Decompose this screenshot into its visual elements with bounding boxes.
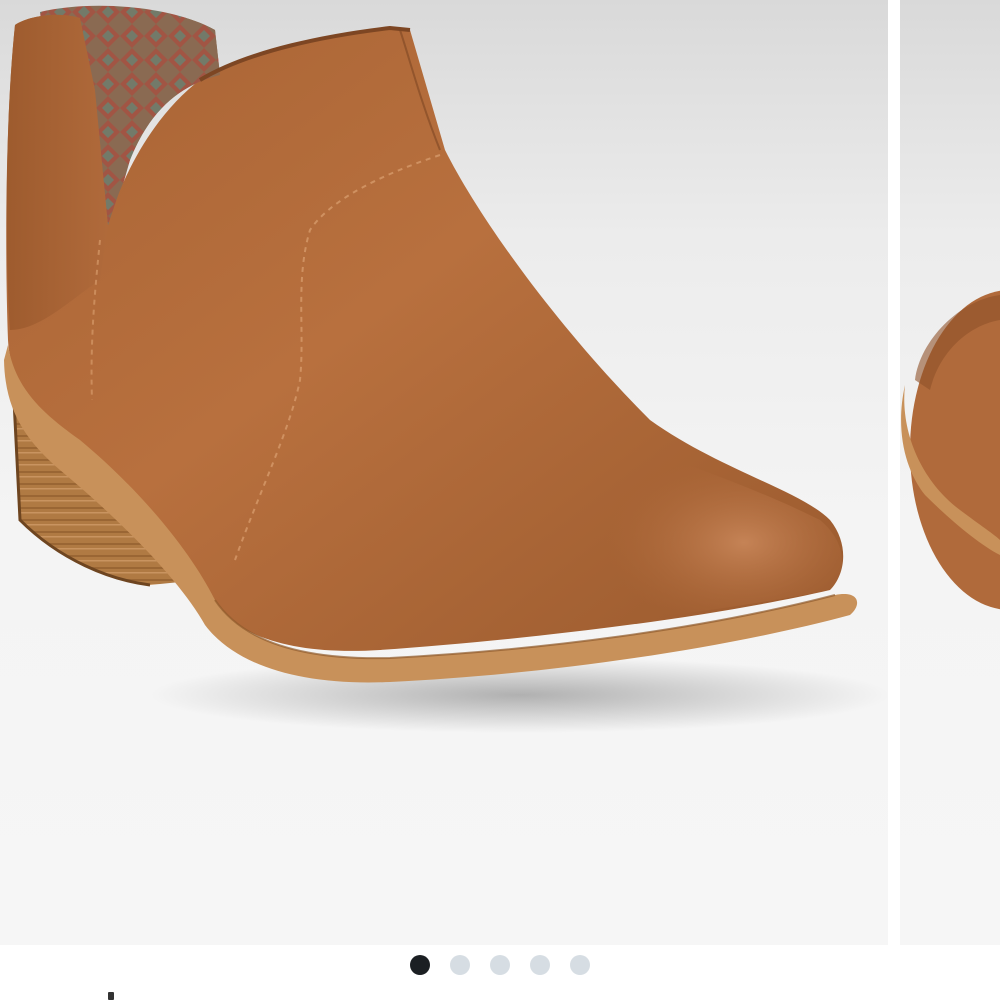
next-product-image [901,290,1000,610]
carousel-dot-3[interactable] [490,955,510,975]
below-fold-content [0,990,1000,1000]
carousel-dot-1[interactable] [410,955,430,975]
carousel-pagination [0,945,1000,985]
next-product-image-slide[interactable] [900,0,1000,945]
product-image-gallery [0,0,1000,1000]
carousel-track[interactable] [0,0,1000,945]
product-image-slide[interactable] [0,0,888,945]
cropped-text-glyph [108,992,114,1000]
product-image [4,5,888,733]
carousel-dot-5[interactable] [570,955,590,975]
carousel-dot-2[interactable] [450,955,470,975]
carousel-dot-4[interactable] [530,955,550,975]
